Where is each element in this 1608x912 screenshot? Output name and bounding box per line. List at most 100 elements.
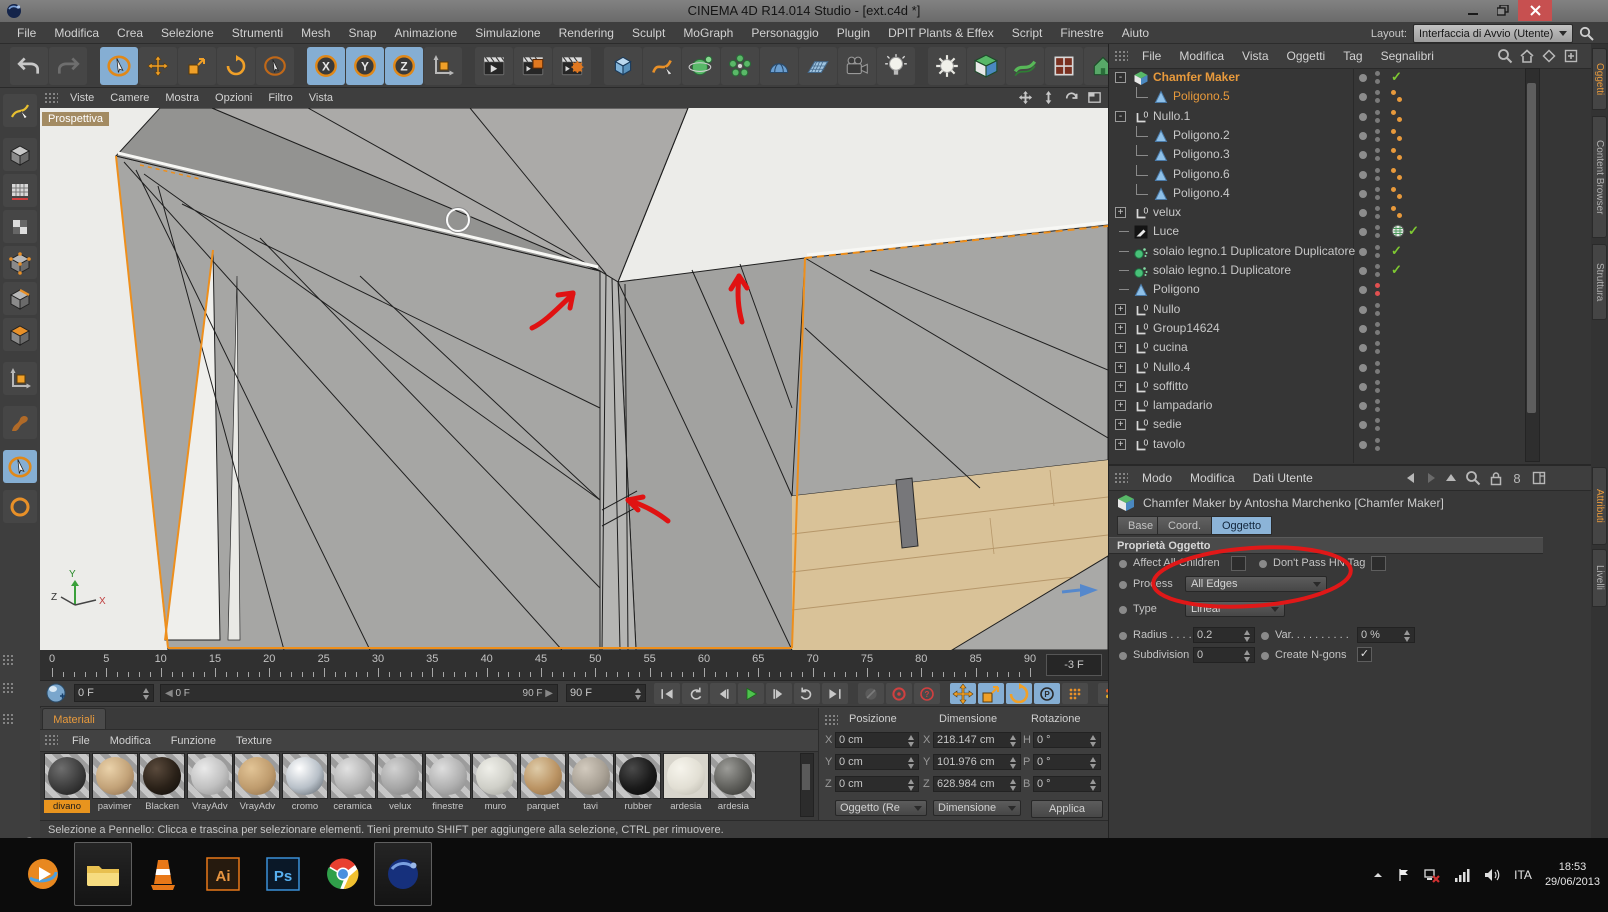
- enabled-check-icon[interactable]: ✓: [1391, 243, 1402, 259]
- spinner[interactable]: [141, 686, 150, 700]
- layout-dropdown[interactable]: Interfaccia di Avvio (Utente): [1413, 24, 1573, 43]
- key-scale-button[interactable]: [978, 683, 1004, 704]
- next-frame-button[interactable]: [766, 683, 792, 704]
- menu-simulazione[interactable]: Simulazione: [466, 26, 549, 40]
- add-cube-button[interactable]: [604, 46, 642, 85]
- view-label[interactable]: Prospettiva: [42, 112, 110, 126]
- material-item[interactable]: finestre: [424, 753, 471, 813]
- spinner[interactable]: [633, 686, 642, 700]
- visibility-dot[interactable]: [1359, 363, 1367, 372]
- up-tri-icon[interactable]: [1445, 472, 1457, 484]
- editor-dot[interactable]: [1375, 399, 1380, 405]
- current-frame-field[interactable]: 0 F: [74, 684, 154, 702]
- material-item[interactable]: rubber: [615, 753, 662, 813]
- expand-toggle[interactable]: +: [1115, 342, 1126, 354]
- menu-strumenti[interactable]: Strumenti: [223, 26, 292, 40]
- render-view-button[interactable]: [475, 46, 513, 85]
- menu-snap[interactable]: Snap: [339, 26, 385, 40]
- editor-dot[interactable]: [1375, 264, 1380, 269]
- keying-settings-button[interactable]: [1062, 683, 1088, 704]
- menu-mograph[interactable]: MoGraph: [674, 26, 742, 40]
- key-position-button[interactable]: [950, 683, 976, 704]
- collapse-toggle[interactable]: -: [1115, 72, 1126, 83]
- add-light-button[interactable]: [877, 46, 915, 85]
- render-region-button[interactable]: [514, 46, 552, 85]
- material-name[interactable]: parquet: [520, 800, 566, 813]
- expand-toggle[interactable]: +: [1115, 400, 1126, 412]
- viewport-menu-filtro[interactable]: Filtro: [260, 92, 300, 104]
- tree-row[interactable]: - 0 Nullo.1: [1109, 107, 1569, 126]
- dimension-z-field[interactable]: 628.984 cm: [933, 776, 1021, 792]
- taskbar-chrome[interactable]: [314, 842, 372, 906]
- material-name[interactable]: rubber: [615, 800, 661, 813]
- vp-pan-icon[interactable]: [1018, 90, 1033, 105]
- render-dot[interactable]: [1375, 445, 1380, 451]
- enabled-check-icon[interactable]: ✓: [1391, 69, 1402, 85]
- frame-offset-field[interactable]: -3 F: [1046, 654, 1102, 676]
- anim-dot[interactable]: [1119, 581, 1127, 589]
- eight-icon[interactable]: 8: [1511, 470, 1523, 486]
- menu-file[interactable]: File: [8, 26, 45, 40]
- render-dot[interactable]: [1375, 136, 1380, 142]
- panel-tab-content-browser[interactable]: Content Browser: [1592, 116, 1607, 238]
- tree-row[interactable]: Poligono.6: [1109, 164, 1569, 184]
- om-menu-tag[interactable]: Tag: [1334, 49, 1371, 63]
- om-menu-oggetti[interactable]: Oggetti: [1278, 49, 1335, 63]
- previous-key-button[interactable]: [682, 683, 708, 704]
- material-name[interactable]: pavimer: [92, 800, 138, 813]
- polygons-mode-button[interactable]: [3, 318, 37, 351]
- material-item[interactable]: pavimer: [91, 753, 138, 813]
- visibility-dot[interactable]: [1359, 189, 1367, 198]
- visibility-dot[interactable]: [1359, 151, 1367, 160]
- menu-crea[interactable]: Crea: [108, 26, 152, 40]
- visibility-dot[interactable]: [1359, 305, 1367, 314]
- editor-dot-red[interactable]: [1375, 283, 1380, 289]
- apply-button[interactable]: Applica: [1031, 800, 1103, 818]
- panel-grip[interactable]: [2, 654, 14, 666]
- menu-plugin[interactable]: Plugin: [828, 26, 879, 40]
- rotation-field[interactable]: 0 °: [1033, 754, 1101, 770]
- home-icon[interactable]: [1519, 48, 1535, 64]
- dimension-x-field[interactable]: 218.147 cm: [933, 732, 1021, 748]
- edges-mode-button[interactable]: [3, 282, 37, 315]
- tree-row[interactable]: +0 sedie: [1109, 415, 1569, 434]
- tree-row[interactable]: Poligono: [1109, 280, 1569, 299]
- expand-toggle[interactable]: +: [1115, 207, 1126, 219]
- clock[interactable]: 18:53 29/06/2013: [1545, 860, 1600, 890]
- menu-dpit-plants-effex[interactable]: DPIT Plants & Effex: [879, 26, 1003, 40]
- viewport-menu-mostra[interactable]: Mostra: [157, 92, 207, 104]
- render-dot[interactable]: [1375, 117, 1380, 123]
- tab-oggetto[interactable]: Oggetto: [1211, 516, 1273, 535]
- render-dot[interactable]: [1375, 156, 1380, 162]
- panel-grip[interactable]: [2, 682, 14, 694]
- volume-icon[interactable]: [1484, 868, 1501, 882]
- materials-scrollbar[interactable]: [800, 753, 814, 817]
- shading-mode-button[interactable]: [928, 47, 966, 85]
- visibility-dot[interactable]: [1359, 440, 1367, 449]
- undo-button[interactable]: [10, 46, 48, 85]
- object-axis-mode-button[interactable]: [3, 362, 37, 395]
- vp-max-icon[interactable]: [1087, 90, 1102, 105]
- visibility-dot[interactable]: [1359, 170, 1367, 179]
- plus-box-icon[interactable]: [1563, 48, 1579, 64]
- scale-button[interactable]: [178, 46, 216, 85]
- editor-dot[interactable]: [1375, 302, 1380, 308]
- viewport-canvas[interactable]: Y X Z Prospettiva: [40, 108, 1108, 650]
- rotation-field[interactable]: 0 °: [1033, 776, 1101, 792]
- material-name[interactable]: muro: [472, 800, 518, 813]
- panel-tab-livelli[interactable]: Livelli: [1592, 549, 1607, 607]
- goto-start-button[interactable]: [654, 683, 680, 704]
- om-menu-segnalibri[interactable]: Segnalibri: [1372, 49, 1443, 63]
- vp-zoom-icon[interactable]: [1041, 90, 1056, 105]
- material-name[interactable]: finestre: [425, 800, 471, 813]
- search-icon[interactable]: [1579, 26, 1594, 41]
- autokey-record-button[interactable]: [886, 683, 912, 704]
- end-frame-field[interactable]: 90 F: [566, 684, 646, 702]
- play-button[interactable]: [738, 683, 764, 704]
- visibility-dot[interactable]: [1359, 382, 1367, 391]
- tree-row[interactable]: +0 Group14624: [1109, 319, 1569, 338]
- panel-tab-attributi[interactable]: Attributi: [1592, 467, 1607, 545]
- material-name[interactable]: cromo: [282, 800, 328, 813]
- close-button[interactable]: [1518, 0, 1552, 21]
- anim-dot[interactable]: [1261, 632, 1269, 640]
